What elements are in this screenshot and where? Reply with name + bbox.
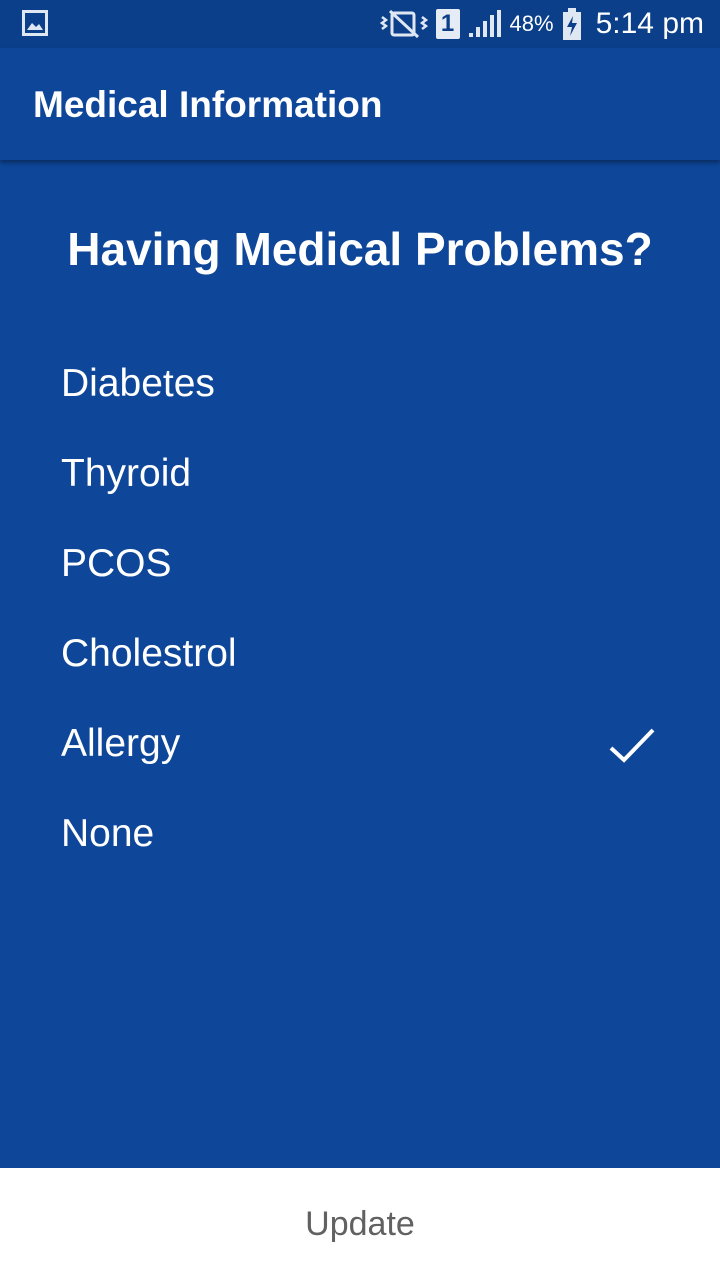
status-icons: 1 48% 5:14 pm [379,0,704,48]
update-button[interactable]: Update [0,1168,720,1280]
option-label: Thyroid [61,452,192,495]
update-bar: Update [0,1168,720,1280]
option-pcos[interactable]: PCOS [0,520,720,610]
screen: 1 48% 5:14 pm Medical Information Having… [0,0,720,1280]
option-label: Cholestrol [61,632,237,675]
option-thyroid[interactable]: Thyroid [0,430,720,520]
app-bar: Medical Information [0,48,720,160]
question-heading: Having Medical Problems? [67,223,653,275]
option-label: Allergy [61,722,181,765]
signal-icon [468,10,501,37]
vibrate-mute-icon [379,9,428,39]
option-label: None [61,812,155,855]
option-label: PCOS [61,542,172,585]
page-title: Medical Information [33,84,383,125]
options-list: Diabetes Thyroid PCOS Cholestrol Allergy… [0,340,720,880]
option-cholestrol[interactable]: Cholestrol [0,610,720,700]
option-allergy[interactable]: Allergy [0,700,720,790]
option-diabetes[interactable]: Diabetes [0,340,720,430]
battery-charging-icon [562,8,581,40]
sim-slot-icon: 1 [435,9,460,39]
status-bar: 1 48% 5:14 pm [0,0,720,48]
battery-percent: 48% [509,11,554,36]
gallery-icon [22,10,48,36]
option-none[interactable]: None [0,790,720,880]
status-clock: 5:14 pm [595,7,704,40]
option-label: Diabetes [61,362,215,405]
checkmark-icon [609,728,655,763]
